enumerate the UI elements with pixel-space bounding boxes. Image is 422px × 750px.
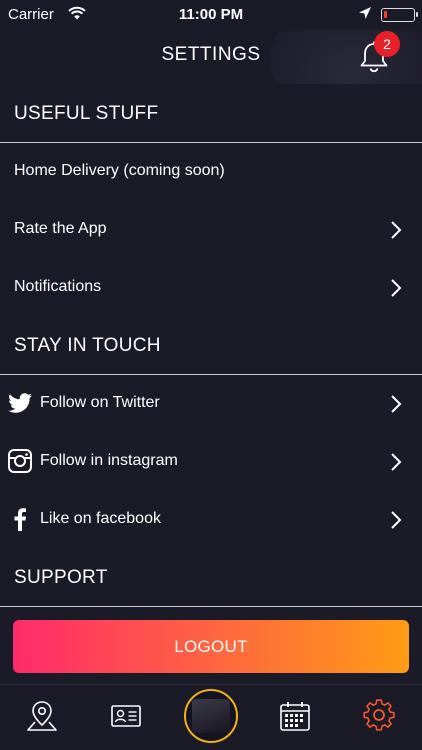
chevron-right-icon	[391, 279, 402, 297]
settings-row-home-delivery[interactable]: Home Delivery (coming soon)	[0, 143, 422, 201]
instagram-icon	[8, 449, 32, 473]
settings-row-instagram[interactable]: Follow in instagram	[0, 433, 422, 491]
map-pin-icon[interactable]	[25, 699, 59, 733]
facebook-icon	[14, 508, 26, 531]
gear-icon[interactable]	[362, 699, 396, 733]
chevron-right-icon	[391, 221, 402, 239]
section-header-support: SUPPORT	[14, 567, 108, 588]
header: SETTINGS	[0, 30, 422, 84]
settings-row-facebook[interactable]: Like on facebook	[0, 491, 422, 549]
settings-row-rate-app[interactable]: Rate the App	[0, 201, 422, 259]
twitter-icon	[8, 393, 33, 413]
row-label: Like on facebook	[40, 510, 161, 527]
notification-badge: 2	[374, 31, 400, 57]
chevron-right-icon	[391, 395, 402, 413]
section-header-useful-stuff: USEFUL STUFF	[14, 103, 159, 124]
location-arrow-icon	[359, 7, 371, 19]
divider	[0, 606, 422, 607]
chevron-right-icon	[391, 453, 402, 471]
status-bar: Carrier 11:00 PM	[0, 0, 422, 30]
home-image-tab[interactable]	[184, 689, 238, 743]
settings-row-twitter[interactable]: Follow on Twitter	[0, 375, 422, 433]
row-label: Notifications	[14, 278, 102, 295]
calendar-icon[interactable]	[278, 699, 312, 733]
id-card-icon[interactable]	[109, 699, 143, 733]
row-label: Rate the App	[14, 220, 107, 237]
row-label: Follow in instagram	[40, 452, 178, 469]
chevron-right-icon	[391, 511, 402, 529]
settings-row-notifications[interactable]: Notifications	[0, 259, 422, 317]
home-image-icon	[192, 699, 230, 733]
section-header-stay-in-touch: STAY IN TOUCH	[14, 335, 161, 356]
logout-button[interactable]: LOGOUT	[13, 620, 409, 673]
battery-icon	[381, 8, 418, 22]
battery-level	[384, 11, 387, 18]
row-label: Home Delivery (coming soon)	[14, 162, 225, 179]
row-label: Follow on Twitter	[40, 394, 160, 411]
